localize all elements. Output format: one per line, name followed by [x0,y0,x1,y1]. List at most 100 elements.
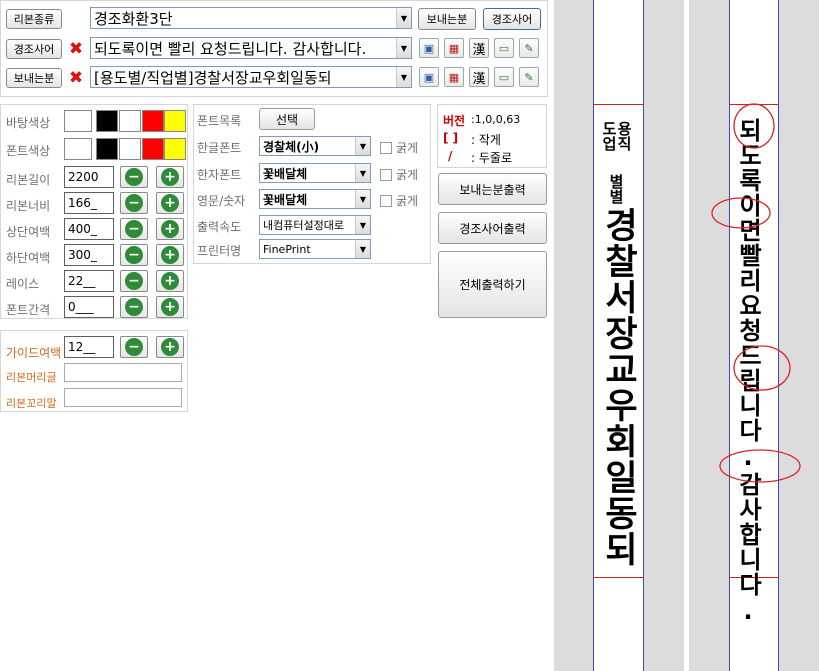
condolence-select[interactable]: 되도록이면 빨리 요청드립니다. 감사합니다. ▼ [90,37,412,59]
chevron-down-icon: ▼ [355,216,370,234]
hangul-font-select[interactable]: 경찰체(小) ▼ [259,136,371,156]
ribbon-head-input[interactable] [64,363,182,382]
font-color-black[interactable] [96,138,118,160]
printer-value: FinePrint [263,242,311,256]
bg-color-yellow[interactable] [164,110,186,132]
minus-icon: − [125,168,143,186]
sender-main-text: 경찰서장교우회일동되 [598,207,638,567]
hanja-bold-label: 굵게 [396,168,419,182]
bg-color-white[interactable] [64,110,92,132]
font-color-white[interactable] [64,138,92,160]
bg-color-black[interactable] [96,110,118,132]
condolence-value: 되도록이면 빨리 요청드립니다. 감사합니다. [94,39,367,58]
hanja-font-label: 한자폰트 [197,168,242,182]
chevron-down-icon: ▼ [355,190,370,208]
print-condolence-button[interactable]: 경조사어출력 [438,212,547,244]
minus-icon: − [125,298,143,316]
font-color-label: 폰트색상 [6,144,51,158]
chevron-down-icon: ▼ [355,164,370,182]
ribbon-width-input[interactable]: 166_ [64,192,114,214]
ribbon-tail-input[interactable] [64,388,182,407]
edit-add-icon[interactable]: ✎ [519,38,539,58]
hanja-icon[interactable]: 漢 [469,67,489,87]
image-icon[interactable]: ▭ [494,38,514,58]
plus-icon: + [161,338,179,356]
bg-color-white-2[interactable] [119,110,141,132]
top-margin-label: 상단여백 [6,225,51,239]
slash-symbol: / [448,149,453,163]
guide-margin-label: 가이드여백 [6,346,62,360]
hangul-bold-label: 굵게 [396,141,419,155]
hangul-bold-checkbox[interactable] [380,142,392,154]
chevron-down-icon: ▼ [396,8,411,28]
lace-input[interactable]: 22__ [64,270,114,292]
condolence-button[interactable]: 경조사어 [483,8,541,30]
font-color-red[interactable] [142,138,164,160]
minus-icon: − [125,246,143,264]
bottom-margin-input[interactable]: 300_ [64,244,114,266]
minus-icon: − [125,194,143,212]
bracket-symbol: [ ] [443,131,459,145]
ribbon-type-value: 경조화환3단 [94,9,173,28]
close-icon[interactable]: ✖ [66,39,86,59]
minus-icon: − [125,272,143,290]
edit-add-icon[interactable]: ✎ [519,67,539,87]
sender-bottom-guide [593,577,644,578]
bottom-margin-label: 하단여백 [6,251,51,265]
ribbon-length-input[interactable]: 2200 [64,166,114,188]
output-speed-select[interactable]: 내컴퓨터설정대로 ▼ [259,215,371,235]
print-all-button[interactable]: 전체출력하기 [438,251,547,318]
hanja-font-value: 꽃배달체 [263,166,308,181]
chevron-down-icon: ▼ [396,67,411,87]
minus-icon: − [125,220,143,238]
bg-color-red[interactable] [142,110,164,132]
sender-select[interactable]: [용도별/직업별]경찰서장교우회일동되 ▼ [90,66,412,88]
chevron-down-icon: ▼ [355,137,370,155]
eng-bold-checkbox[interactable] [380,195,392,207]
eng-font-select[interactable]: 꽃배달체 ▼ [259,189,371,209]
font-spacing-label: 폰트간격 [6,303,51,317]
image-icon[interactable]: ▭ [494,67,514,87]
select-font-button[interactable]: 선택 [259,108,315,130]
ribbon-tail-label: 리본꼬리말 [6,397,57,410]
eng-font-label: 영문/숫자 [197,194,246,208]
lace-label: 레이스 [6,277,40,291]
font-spacing-input[interactable]: 0___ [64,296,114,318]
sender-value: [용도별/직업별]경찰서장교우회일동되 [94,68,332,87]
save-icon[interactable]: ▣ [419,38,439,58]
plus-icon: + [161,246,179,264]
plus-icon: + [161,220,179,238]
hanja-bold-checkbox[interactable] [380,169,392,181]
bracket-desc: : 작게 [471,133,501,147]
sender-top-guide [593,104,644,105]
eng-font-value: 꽃배달체 [263,192,308,207]
guide-margin-input[interactable]: 12__ [64,336,114,358]
plus-icon: + [161,272,179,290]
print-sender-button[interactable]: 보내는분출력 [438,173,547,205]
ribbon-type-button[interactable]: 리본종류 [6,9,62,29]
hangul-font-value: 경찰체(小) [263,139,320,154]
ribbon-type-select[interactable]: 경조화환3단 ▼ [90,7,412,29]
hanja-font-select[interactable]: 꽃배달체 ▼ [259,163,371,183]
hanja-icon[interactable]: 漢 [469,38,489,58]
sender-small-col3: 별별 [607,174,625,204]
hangul-font-label: 한글폰트 [197,141,242,155]
calendar-icon[interactable]: ▦ [444,38,464,58]
plus-icon: + [161,194,179,212]
ribbon-width-label: 리본너비 [6,199,51,213]
calendar-icon[interactable]: ▦ [444,67,464,87]
close-icon[interactable]: ✖ [66,68,86,88]
printer-select[interactable]: FinePrint ▼ [259,239,371,259]
bg-color-label: 바탕색상 [6,116,51,130]
sender-label-button[interactable]: 보내는분 [6,68,62,88]
top-margin-input[interactable]: 400_ [64,218,114,240]
sender-button[interactable]: 보내는분 [418,8,476,30]
save-icon[interactable]: ▣ [419,67,439,87]
font-color-white-2[interactable] [119,138,141,160]
chevron-down-icon: ▼ [355,240,370,258]
condolence-main-text: 되도록이면빨리요청드립니다.감사합니다. [734,118,762,626]
printer-label: 프린터명 [197,244,242,258]
condolence-label-button[interactable]: 경조사어 [6,39,62,59]
condolence-top-guide [729,104,779,105]
font-color-yellow[interactable] [164,138,186,160]
